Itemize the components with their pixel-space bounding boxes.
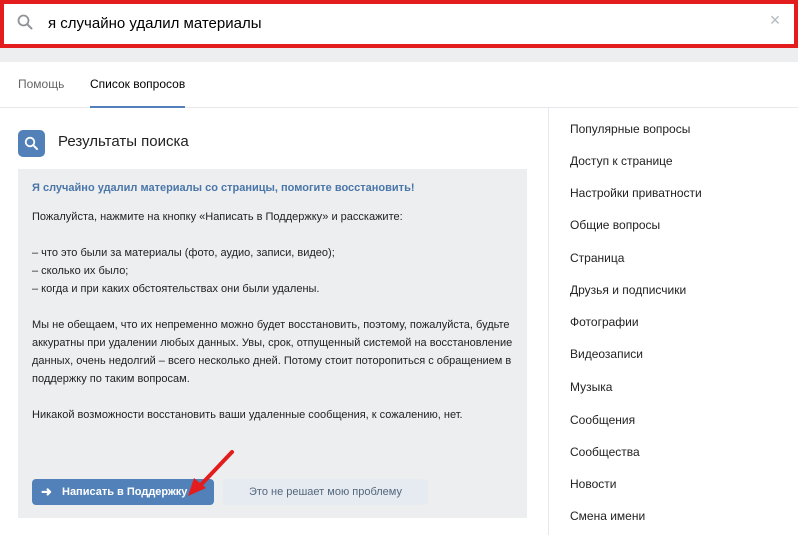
search-results-icon <box>18 130 45 157</box>
arrow-right-icon: ➜ <box>41 484 52 499</box>
tab-help[interactable]: Помощь <box>18 62 64 108</box>
search-icon <box>17 14 33 30</box>
write-support-label: Написать в Поддержку <box>62 486 188 498</box>
sidebar-item-page[interactable]: Страница <box>570 251 624 265</box>
sidebar-item-news[interactable]: Новости <box>570 477 616 491</box>
answer-paragraph: Мы не обещаем, что их непременно можно б… <box>32 319 513 385</box>
header-divider <box>0 48 798 62</box>
close-icon[interactable]: × <box>766 11 784 29</box>
question-title: Я случайно удалил материалы со страницы,… <box>32 182 415 194</box>
answer-paragraph: – что это были за материалы (фото, аудио… <box>32 247 335 295</box>
sidebar-item-videos[interactable]: Видеозаписи <box>570 347 643 361</box>
sidebar-item-popular[interactable]: Популярные вопросы <box>570 122 690 136</box>
not-helpful-button[interactable]: Это не решает мою проблему <box>223 479 428 505</box>
magnifier-icon <box>24 136 38 150</box>
sidebar-item-messages[interactable]: Сообщения <box>570 413 635 427</box>
sidebar-item-communities[interactable]: Сообщества <box>570 445 640 459</box>
page-title: Результаты поиска <box>58 133 189 150</box>
answer-paragraph: Никакой возможности восстановить ваши уд… <box>32 409 463 421</box>
sidebar-item-general[interactable]: Общие вопросы <box>570 218 660 232</box>
answer-text: Пожалуйста, нажмите на кнопку «Написать … <box>32 208 517 442</box>
search-bar[interactable]: × <box>0 0 798 48</box>
sidebar-item-friends[interactable]: Друзья и подписчики <box>570 283 686 297</box>
sidebar-item-photos[interactable]: Фотографии <box>570 315 639 329</box>
main-content: Результаты поиска Я случайно удалил мате… <box>0 108 548 535</box>
sidebar: Популярные вопросы Доступ к странице Нас… <box>548 108 798 535</box>
tab-bar: Помощь Список вопросов <box>0 62 798 108</box>
search-input[interactable] <box>48 10 728 36</box>
sidebar-item-music[interactable]: Музыка <box>570 380 612 394</box>
sidebar-item-privacy[interactable]: Настройки приватности <box>570 186 702 200</box>
sidebar-item-page-access[interactable]: Доступ к странице <box>570 154 673 168</box>
answer-paragraph: Пожалуйста, нажмите на кнопку «Написать … <box>32 211 403 223</box>
answer-card: Я случайно удалил материалы со страницы,… <box>18 169 527 518</box>
sidebar-item-name-change[interactable]: Смена имени <box>570 509 645 523</box>
annotation-arrow-icon <box>188 450 234 496</box>
tab-questions-list[interactable]: Список вопросов <box>90 62 186 108</box>
